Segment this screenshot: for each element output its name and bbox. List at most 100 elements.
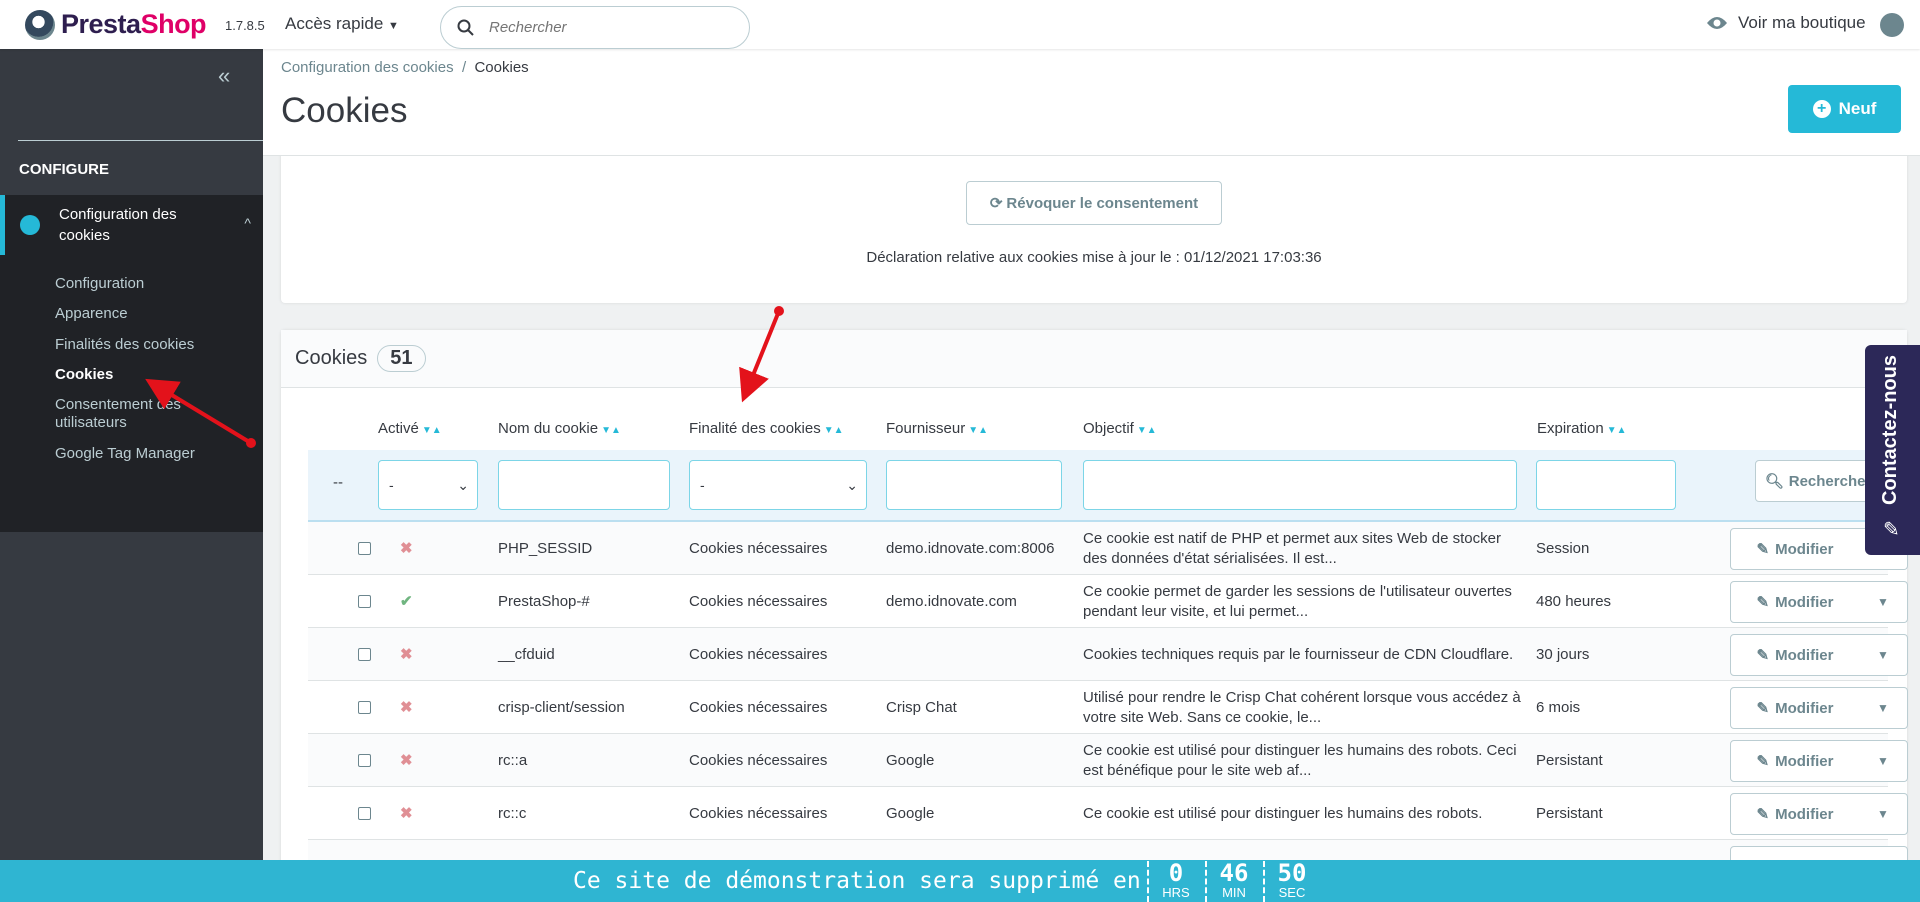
top-header: PrestaShop 1.7.8.5 Accès rapide ▼ Voir m… xyxy=(0,0,1920,49)
search-icon xyxy=(457,19,474,36)
new-button[interactable]: + Neuf xyxy=(1788,85,1901,133)
filter-row: -- - ⌄ - ⌄ 🔍︎ Rechercher xyxy=(308,450,1888,522)
table-row: ✖ rc::a Cookies nécessaires Google Ce co… xyxy=(308,734,1908,787)
sort-icon[interactable]: ▼▲ xyxy=(968,425,988,436)
sort-icon[interactable]: ▼▲ xyxy=(422,425,442,436)
sidebar-item-cookies[interactable]: Cookies xyxy=(55,366,205,384)
consent-panel: ⟳ Révoquer le consentement Déclaration re… xyxy=(281,140,1907,303)
cross-icon[interactable]: ✖ xyxy=(400,539,413,559)
breadcrumb-current: Cookies xyxy=(474,59,529,76)
edit-button[interactable]: ✎Modifier xyxy=(1731,752,1859,771)
objective-filter-input[interactable] xyxy=(1083,460,1517,510)
sidebar-section-title: CONFIGURE xyxy=(19,161,109,178)
edit-button[interactable]: ✎Modifier xyxy=(1731,699,1859,718)
edit-button-group: ✎Modifier▼ xyxy=(1730,581,1908,623)
provider-filter-input[interactable] xyxy=(886,460,1062,510)
plus-circle-icon: + xyxy=(1812,100,1831,118)
dropdown-toggle-icon[interactable]: ▼ xyxy=(1859,595,1907,609)
cookie-purpose: Cookies nécessaires xyxy=(689,539,828,557)
puffin-logo-icon xyxy=(25,9,55,40)
row-checkbox[interactable] xyxy=(358,754,371,767)
collapse-sidebar-icon[interactable]: « xyxy=(218,63,230,89)
contact-us-tab[interactable]: Contactez-nous ✎ xyxy=(1865,345,1920,555)
cookie-objective: Cookies techniques requis par le fournis… xyxy=(1083,645,1514,663)
cookie-name: PHP_SESSID xyxy=(498,539,593,557)
filter-search-button[interactable]: 🔍︎ Rechercher xyxy=(1755,460,1881,502)
row-checkbox[interactable] xyxy=(358,807,371,820)
cross-icon[interactable]: ✖ xyxy=(400,645,413,665)
sidebar-item-cookie-config[interactable]: Configuration des cookies ^ xyxy=(0,195,263,255)
pencil-icon: ✎ xyxy=(1756,647,1770,664)
prestashop-logo[interactable]: PrestaShop xyxy=(25,9,207,40)
cookie-name: rc::c xyxy=(498,804,527,822)
bulk-label: -- xyxy=(333,474,343,491)
minutes-value: 46 xyxy=(1219,859,1249,887)
sidebar-item-consentement[interactable]: Consentement des utilisateurs xyxy=(55,396,205,432)
sidebar-item-finalites[interactable]: Finalités des cookies xyxy=(55,336,205,354)
sort-icon[interactable]: ▼▲ xyxy=(1137,425,1157,436)
edit-button[interactable]: ✎Modifier xyxy=(1731,540,1859,559)
cookie-name: crisp-client/session xyxy=(498,698,625,716)
edit-button[interactable]: ✎Modifier xyxy=(1731,646,1859,665)
cookie-purpose: Cookies nécessaires xyxy=(689,698,828,716)
cross-icon[interactable]: ✖ xyxy=(400,804,413,824)
cookie-purpose: Cookies nécessaires xyxy=(689,592,828,610)
count-badge: 51 xyxy=(377,345,426,372)
sort-icon[interactable]: ▼▲ xyxy=(601,425,621,436)
col-header-objective[interactable]: Objectif ▼▲ xyxy=(1083,420,1157,437)
view-shop-link[interactable]: Voir ma boutique xyxy=(1706,13,1866,33)
search-box[interactable] xyxy=(440,6,750,49)
name-filter-input[interactable] xyxy=(498,460,670,510)
cross-icon[interactable]: ✖ xyxy=(400,751,413,771)
cookies-list-panel: Cookies51 + Activé▼▲ Nom du cookie▼▲ Fin… xyxy=(281,330,1908,893)
edit-button[interactable]: ✎Modifier xyxy=(1731,593,1859,612)
arrow-dot xyxy=(774,306,784,316)
purpose-filter-select[interactable]: - ⌄ xyxy=(689,460,867,510)
cookie-purpose: Cookies nécessaires xyxy=(689,804,828,822)
breadcrumb-parent[interactable]: Configuration des cookies xyxy=(281,59,454,76)
row-checkbox[interactable] xyxy=(358,701,371,714)
quick-access-dropdown[interactable]: Accès rapide ▼ xyxy=(285,14,399,34)
pencil-icon: ✎ xyxy=(1756,806,1770,823)
dropdown-toggle-icon[interactable]: ▼ xyxy=(1859,807,1907,821)
row-checkbox[interactable] xyxy=(358,595,371,608)
edit-button-group: ✎Modifier▼ xyxy=(1730,634,1908,676)
dropdown-toggle-icon[interactable]: ▼ xyxy=(1859,701,1907,715)
expiration-filter-input[interactable] xyxy=(1536,460,1676,510)
col-header-provider[interactable]: Fournisseur ▼▲ xyxy=(886,420,988,437)
row-checkbox[interactable] xyxy=(358,648,371,661)
col-header-name[interactable]: Nom du cookie ▼▲ xyxy=(498,420,621,437)
col-header-active[interactable]: Activé ▼▲ xyxy=(378,420,442,437)
sidebar-item-configuration[interactable]: Configuration xyxy=(55,275,205,293)
sort-icon[interactable]: ▼▲ xyxy=(824,425,844,436)
table-row: ✖ __cfduid Cookies nécessaires Cookies t… xyxy=(308,628,1908,681)
row-checkbox[interactable] xyxy=(358,542,371,555)
cookie-name: __cfduid xyxy=(498,645,555,663)
chevron-down-icon: ⌄ xyxy=(457,476,469,493)
sidebar-item-gtm[interactable]: Google Tag Manager xyxy=(55,445,255,463)
sidebar-item-apparence[interactable]: Apparence xyxy=(55,305,205,323)
active-filter-select[interactable]: - ⌄ xyxy=(378,460,478,510)
page-title: Cookies xyxy=(281,91,408,130)
check-icon[interactable]: ✔ xyxy=(400,592,413,612)
table-row: ✖ PHP_SESSID Cookies nécessaires demo.id… xyxy=(308,522,1908,575)
pencil-icon: ✎ xyxy=(1756,541,1770,558)
dropdown-toggle-icon[interactable]: ▼ xyxy=(1859,648,1907,662)
declaration-date: Déclaration relative aux cookies mise à … xyxy=(866,249,1322,266)
edit-button[interactable]: ✎Modifier xyxy=(1731,805,1859,824)
list-header: Cookies 51 xyxy=(281,330,1907,388)
table-row: ✔ PrestaShop-# Cookies nécessaires demo.… xyxy=(308,575,1908,628)
cookie-name: PrestaShop-# xyxy=(498,592,590,610)
sort-icon[interactable]: ▼▲ xyxy=(1607,425,1627,436)
seconds-value: 50 xyxy=(1277,859,1307,887)
cookie-purpose: Cookies nécessaires xyxy=(689,645,828,663)
dropdown-toggle-icon[interactable]: ▼ xyxy=(1859,754,1907,768)
user-avatar-icon[interactable] xyxy=(1880,13,1904,37)
search-input[interactable] xyxy=(489,19,729,36)
cross-icon[interactable]: ✖ xyxy=(400,698,413,718)
cookie-objective: Ce cookie permet de garder les sessions … xyxy=(1083,582,1512,620)
col-header-expiration[interactable]: Expiration ▼▲ xyxy=(1537,420,1627,437)
revoke-consent-button[interactable]: ⟳ Révoquer le consentement xyxy=(966,181,1222,225)
chevron-up-icon: ^ xyxy=(244,215,251,231)
col-header-purpose[interactable]: Finalité des cookies ▼▲ xyxy=(689,420,844,437)
